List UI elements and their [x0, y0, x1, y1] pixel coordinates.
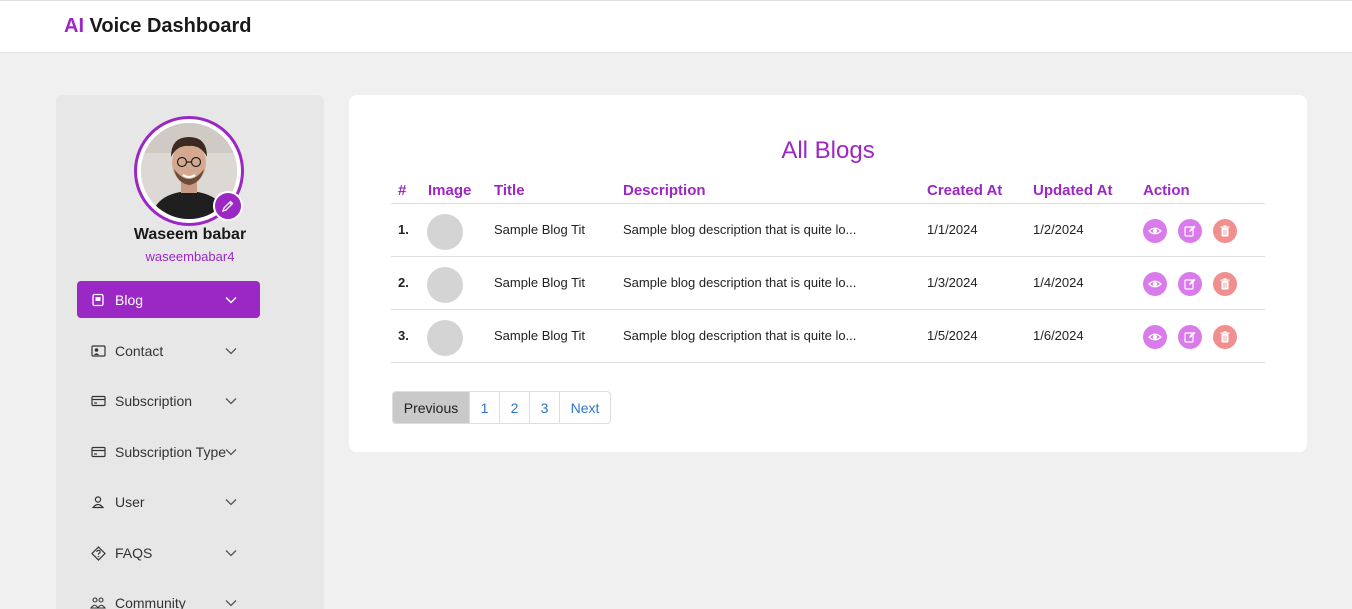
updated-at: 1/6/2024	[1033, 328, 1084, 343]
chevron-down-icon	[225, 600, 237, 607]
row-number: 3.	[398, 328, 409, 343]
column-header-created-at: Created At	[927, 182, 1003, 199]
chevron-down-icon	[225, 348, 237, 355]
trash-icon	[1220, 225, 1230, 237]
sidebar-item-user[interactable]: User	[77, 483, 260, 520]
edit-button[interactable]	[1178, 219, 1202, 243]
sidebar-item-label: Subscription	[115, 393, 193, 409]
sidebar-item-subscription-type[interactable]: Subscription Type	[77, 433, 260, 470]
brand-text: Voice Dashboard	[84, 15, 252, 37]
delete-button[interactable]	[1213, 272, 1237, 296]
sidebar-item-label: User	[115, 494, 145, 510]
view-button[interactable]	[1143, 325, 1167, 349]
blog-title: Sample Blog Tit	[494, 328, 586, 343]
chevron-down-icon	[225, 550, 237, 557]
table-row: 1. Sample Blog Tit Sample blog descripti…	[391, 204, 1265, 257]
trash-icon	[1220, 278, 1230, 290]
chevron-down-icon	[225, 499, 237, 506]
row-number: 1.	[398, 222, 409, 237]
previous-page-button[interactable]: Previous	[393, 392, 469, 423]
sidebar-item-label: Contact	[115, 343, 164, 359]
sidebar-item-subscription[interactable]: Subscription	[77, 382, 260, 419]
blog-image-thumbnail	[427, 320, 463, 356]
table-row: 3. Sample Blog Tit Sample blog descripti…	[391, 310, 1265, 363]
edit-icon	[1184, 331, 1196, 343]
card-icon	[90, 444, 106, 460]
created-at: 1/3/2024	[927, 275, 978, 290]
sidebar-item-label: Subscription Type	[115, 444, 227, 460]
page-title: All Blogs	[781, 137, 875, 164]
updated-at: 1/2/2024	[1033, 222, 1084, 237]
pagination: Previous 1 2 3 Next	[392, 391, 611, 424]
sidebar-item-contact[interactable]: Contact	[77, 332, 260, 369]
contact-icon	[90, 343, 106, 359]
edit-icon	[1184, 225, 1196, 237]
delete-button[interactable]	[1213, 325, 1237, 349]
top-bar: AI Voice Dashboard	[0, 0, 1352, 53]
page-2-button[interactable]: 2	[499, 392, 529, 423]
chevron-down-icon	[225, 296, 237, 304]
sidebar-item-community[interactable]: Community	[77, 584, 260, 609]
blog-icon	[90, 292, 106, 308]
brand-accent: AI	[64, 15, 84, 37]
eye-icon	[1148, 280, 1162, 288]
edit-button[interactable]	[1178, 272, 1202, 296]
blog-description: Sample blog description that is quite lo…	[623, 275, 857, 290]
column-header-image: Image	[428, 182, 472, 199]
community-icon	[90, 595, 106, 609]
edit-button[interactable]	[1178, 325, 1202, 349]
sidebar: Waseem babar waseembabar4 Blog Contact S…	[56, 95, 324, 609]
column-header-action: Action	[1143, 182, 1190, 199]
user-icon	[90, 494, 106, 510]
page-1-button[interactable]: 1	[469, 392, 499, 423]
edit-avatar-button[interactable]	[213, 191, 243, 221]
blog-title: Sample Blog Tit	[494, 275, 586, 290]
updated-at: 1/4/2024	[1033, 275, 1084, 290]
blog-description: Sample blog description that is quite lo…	[623, 328, 857, 343]
sidebar-item-blog[interactable]: Blog	[77, 281, 260, 318]
eye-icon	[1148, 227, 1162, 235]
pencil-icon	[221, 200, 234, 213]
sidebar-item-label: Community	[115, 595, 186, 609]
chevron-down-icon	[225, 449, 237, 456]
blogs-card: All Blogs # Image Title Description Crea…	[349, 95, 1307, 452]
created-at: 1/1/2024	[927, 222, 978, 237]
page-3-button[interactable]: 3	[529, 392, 559, 423]
profile-name: Waseem babar	[133, 226, 247, 243]
sidebar-item-label: Blog	[115, 292, 144, 308]
view-button[interactable]	[1143, 219, 1167, 243]
delete-button[interactable]	[1213, 219, 1237, 243]
blog-image-thumbnail	[427, 214, 463, 250]
profile-handle: waseembabar4	[145, 249, 235, 264]
next-page-button[interactable]: Next	[559, 392, 610, 423]
blog-description: Sample blog description that is quite lo…	[623, 222, 857, 237]
eye-icon	[1148, 333, 1162, 341]
trash-icon	[1220, 331, 1230, 343]
question-icon	[90, 545, 106, 561]
chevron-down-icon	[225, 398, 237, 405]
column-header-description: Description	[623, 182, 706, 199]
blog-title: Sample Blog Tit	[494, 222, 586, 237]
blog-image-thumbnail	[427, 267, 463, 303]
column-header-updated-at: Updated At	[1033, 182, 1113, 199]
sidebar-item-label: FAQS	[115, 545, 153, 561]
app-title: AI Voice Dashboard	[64, 15, 251, 38]
edit-icon	[1184, 278, 1196, 290]
table-row: 2. Sample Blog Tit Sample blog descripti…	[391, 257, 1265, 310]
created-at: 1/5/2024	[927, 328, 978, 343]
sidebar-item-faqs[interactable]: FAQS	[77, 534, 260, 571]
column-header-title: Title	[494, 182, 525, 199]
blogs-table: # Image Title Description Created At Upd…	[391, 177, 1265, 363]
row-number: 2.	[398, 275, 409, 290]
table-header: # Image Title Description Created At Upd…	[391, 177, 1265, 204]
view-button[interactable]	[1143, 272, 1167, 296]
column-header-number: #	[398, 182, 407, 199]
card-icon	[90, 393, 106, 409]
